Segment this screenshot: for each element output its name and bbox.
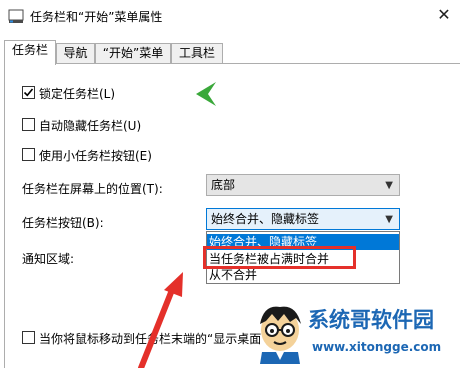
watermark: 系统哥软件园 www.xitongge.com: [256, 300, 460, 368]
watermark-brand: 系统哥软件园: [308, 308, 434, 332]
watermark-url: www.xitongge.com: [312, 340, 442, 354]
mascot-logo-icon: [260, 306, 301, 364]
